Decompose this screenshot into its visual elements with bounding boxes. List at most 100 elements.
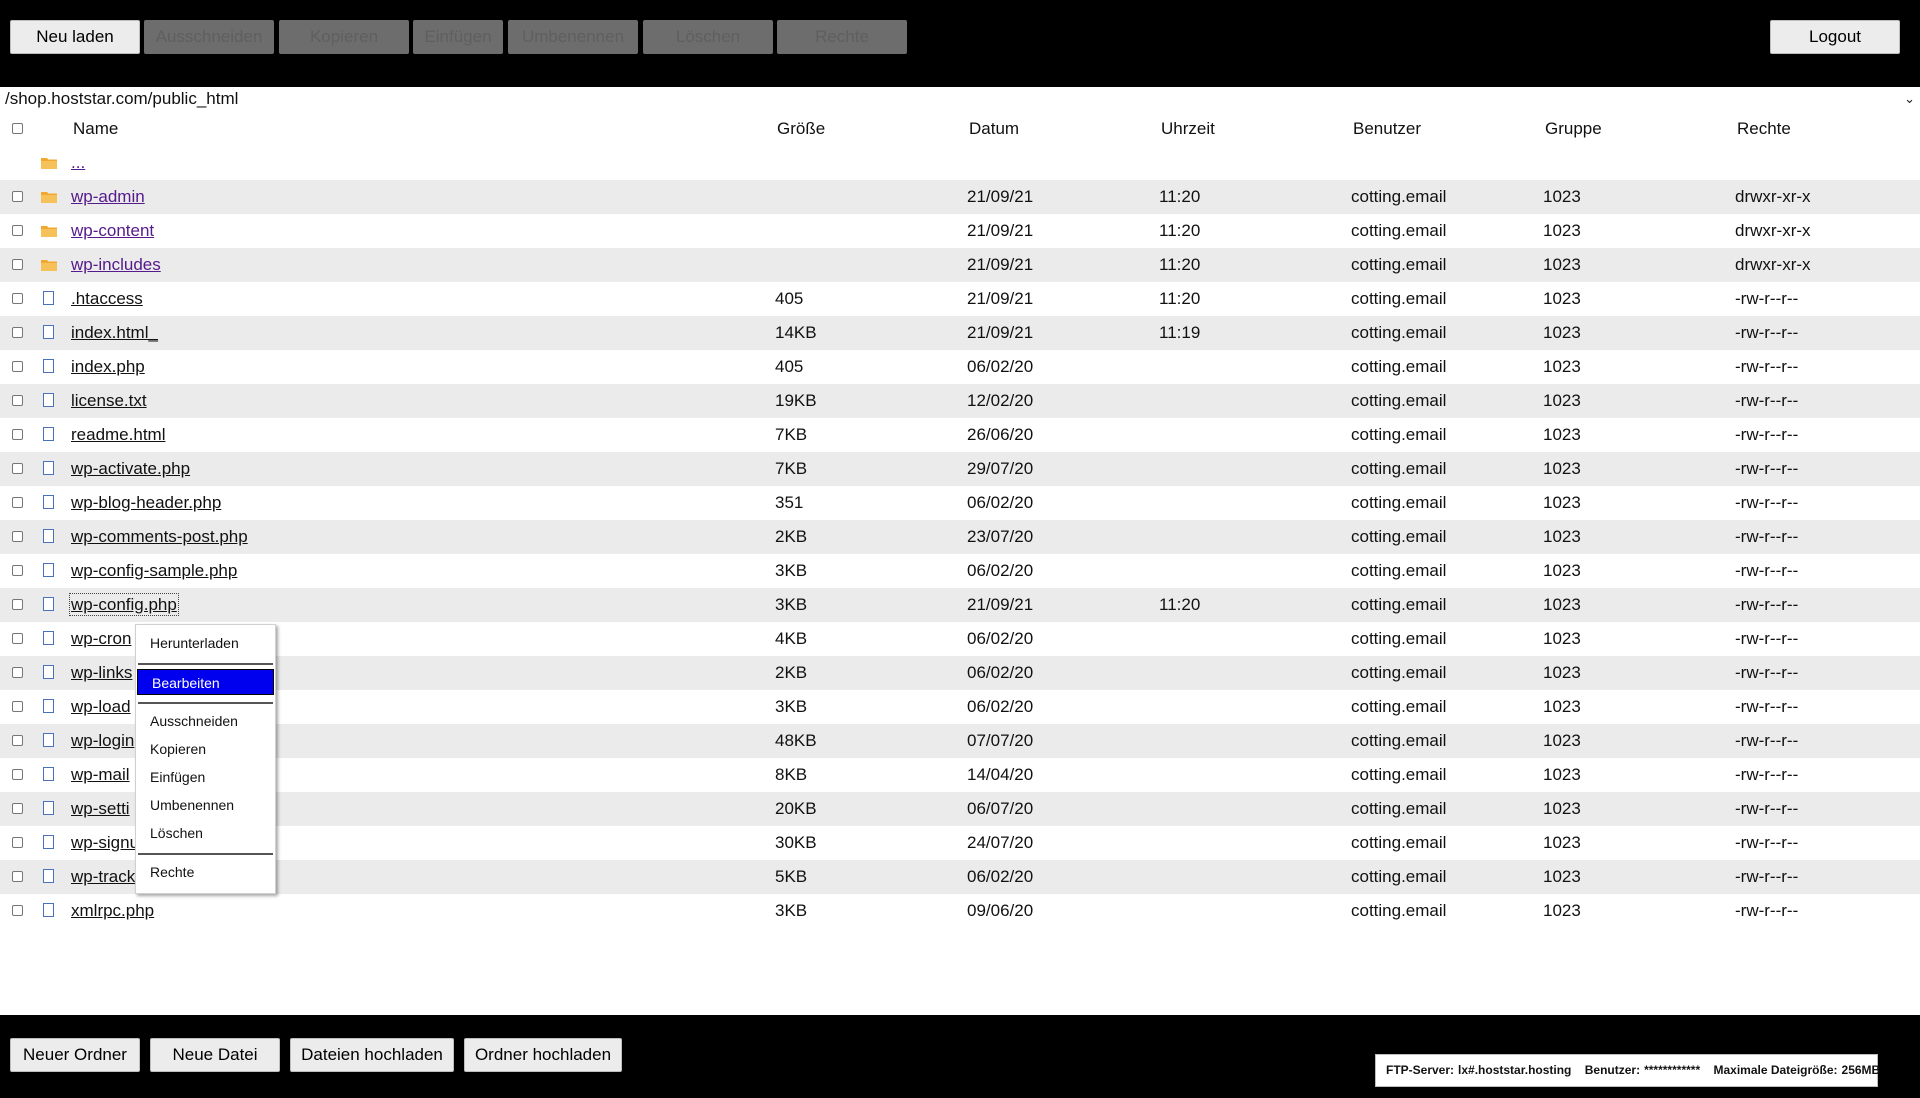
header-name[interactable]: Name (73, 114, 118, 144)
file-name-link[interactable]: wp-comments-post.php (71, 527, 248, 546)
table-row[interactable]: wp-admin 21/09/21 11:20 cotting.email 10… (0, 180, 1920, 214)
file-name-link[interactable]: wp-blog-header.php (71, 493, 221, 512)
row-checkbox[interactable] (12, 463, 23, 474)
header-size[interactable]: Größe (777, 114, 825, 144)
new-file-button[interactable]: Neue Datei (150, 1038, 280, 1072)
header-user[interactable]: Benutzer (1353, 114, 1421, 144)
file-name-link[interactable]: index.html_ (71, 323, 158, 342)
file-name-link[interactable]: wp-signu (71, 833, 139, 852)
table-row[interactable]: wp-setti 20KB 06/07/20 cotting.email 102… (0, 792, 1920, 826)
table-row[interactable]: wp-comments-post.php 2KB 23/07/20 cottin… (0, 520, 1920, 554)
row-checkbox[interactable] (12, 599, 23, 610)
header-time[interactable]: Uhrzeit (1161, 114, 1215, 144)
row-checkbox[interactable] (12, 259, 23, 270)
row-checkbox[interactable] (12, 395, 23, 406)
upload-folder-button[interactable]: Ordner hochladen (464, 1038, 622, 1072)
table-row[interactable]: wp-load 3KB 06/02/20 cotting.email 1023 … (0, 690, 1920, 724)
select-all-checkbox[interactable] (12, 123, 23, 134)
table-row[interactable]: wp-activate.php 7KB 29/07/20 cotting.ema… (0, 452, 1920, 486)
context-copy[interactable]: Kopieren (136, 736, 275, 762)
table-row[interactable]: readme.html 7KB 26/06/20 cotting.email 1… (0, 418, 1920, 452)
file-name-link[interactable]: wp-login (71, 731, 134, 750)
file-name-link[interactable]: wp-cron (71, 629, 131, 648)
delete-button[interactable]: Löschen (643, 20, 773, 54)
reload-button[interactable]: Neu laden (10, 20, 140, 54)
table-row[interactable]: wp-includes 21/09/21 11:20 cotting.email… (0, 248, 1920, 282)
table-row[interactable]: license.txt 19KB 12/02/20 cotting.email … (0, 384, 1920, 418)
table-row[interactable]: index.html_ 14KB 21/09/21 11:19 cotting.… (0, 316, 1920, 350)
row-checkbox[interactable] (12, 361, 23, 372)
header-group[interactable]: Gruppe (1545, 114, 1602, 144)
row-checkbox[interactable] (12, 497, 23, 508)
row-checkbox[interactable] (12, 871, 23, 882)
permissions-button[interactable]: Rechte (777, 20, 907, 54)
table-row[interactable]: wp-cron 4KB 06/02/20 cotting.email 1023 … (0, 622, 1920, 656)
file-name-link[interactable]: wp-includes (71, 255, 161, 274)
table-row[interactable]: wp-mail 8KB 14/04/20 cotting.email 1023 … (0, 758, 1920, 792)
file-name-link[interactable]: wp-config-sample.php (71, 561, 237, 580)
table-row[interactable]: wp-track 5KB 06/02/20 cotting.email 1023… (0, 860, 1920, 894)
file-size: 48KB (775, 731, 817, 750)
copy-button[interactable]: Kopieren (279, 20, 409, 54)
header-perms[interactable]: Rechte (1737, 114, 1791, 144)
file-name-link[interactable]: xmlrpc.php (71, 901, 154, 920)
table-row[interactable]: wp-signu 30KB 24/07/20 cotting.email 102… (0, 826, 1920, 860)
table-row[interactable]: index.php 405 06/02/20 cotting.email 102… (0, 350, 1920, 384)
paste-button[interactable]: Einfügen (413, 20, 503, 54)
file-name-link[interactable]: wp-admin (71, 187, 145, 206)
context-permissions[interactable]: Rechte (136, 859, 275, 885)
row-checkbox[interactable] (12, 293, 23, 304)
new-folder-button[interactable]: Neuer Ordner (10, 1038, 140, 1072)
file-name-link[interactable]: wp-activate.php (71, 459, 190, 478)
row-checkbox[interactable] (12, 701, 23, 712)
table-row[interactable]: wp-links 2KB 06/02/20 cotting.email 1023… (0, 656, 1920, 690)
table-row[interactable]: wp-login 48KB 07/07/20 cotting.email 102… (0, 724, 1920, 758)
chevron-down-icon[interactable]: ⌄ (1904, 87, 1915, 111)
context-delete[interactable]: Löschen (136, 820, 275, 846)
file-name-link[interactable]: wp-setti (71, 799, 130, 818)
file-name-link[interactable]: wp-links (71, 663, 132, 682)
upload-files-button[interactable]: Dateien hochladen (290, 1038, 454, 1072)
parent-directory-link[interactable]: ... (71, 153, 85, 172)
row-checkbox[interactable] (12, 803, 23, 814)
table-row[interactable]: wp-config-sample.php 3KB 06/02/20 cottin… (0, 554, 1920, 588)
row-checkbox[interactable] (12, 191, 23, 202)
logout-button[interactable]: Logout (1770, 20, 1900, 54)
file-name-link[interactable]: .htaccess (71, 289, 143, 308)
row-checkbox[interactable] (12, 225, 23, 236)
row-checkbox[interactable] (12, 837, 23, 848)
context-cut[interactable]: Ausschneiden (136, 708, 275, 734)
file-name-link[interactable]: wp-config.php (69, 593, 179, 616)
table-row[interactable]: .htaccess 405 21/09/21 11:20 cotting.ema… (0, 282, 1920, 316)
row-checkbox[interactable] (12, 735, 23, 746)
row-checkbox[interactable] (12, 633, 23, 644)
row-checkbox[interactable] (12, 667, 23, 678)
context-edit[interactable]: Bearbeiten (137, 669, 274, 695)
context-download[interactable]: Herunterladen (136, 630, 275, 656)
row-checkbox[interactable] (12, 565, 23, 576)
file-name-link[interactable]: index.php (71, 357, 145, 376)
path-select[interactable]: /shop.hoststar.com/public_html ⌄ (0, 87, 1920, 111)
file-name-link[interactable]: wp-mail (71, 765, 130, 784)
file-name-link[interactable]: readme.html (71, 425, 165, 444)
cut-button[interactable]: Ausschneiden (144, 20, 274, 54)
row-checkbox[interactable] (12, 429, 23, 440)
table-row[interactable]: wp-content 21/09/21 11:20 cotting.email … (0, 214, 1920, 248)
row-checkbox[interactable] (12, 531, 23, 542)
table-row[interactable]: wp-blog-header.php 351 06/02/20 cotting.… (0, 486, 1920, 520)
file-name-link[interactable]: wp-track (71, 867, 135, 886)
row-checkbox[interactable] (12, 327, 23, 338)
file-icon (43, 767, 54, 781)
file-name-link[interactable]: license.txt (71, 391, 147, 410)
context-paste[interactable]: Einfügen (136, 764, 275, 790)
row-checkbox[interactable] (12, 905, 23, 916)
rename-button[interactable]: Umbenennen (508, 20, 638, 54)
table-row[interactable]: wp-config.php 3KB 21/09/21 11:20 cotting… (0, 588, 1920, 622)
file-name-link[interactable]: wp-content (71, 221, 154, 240)
context-rename[interactable]: Umbenennen (136, 792, 275, 818)
file-name-link[interactable]: wp-load (71, 697, 131, 716)
row-checkbox[interactable] (12, 769, 23, 780)
table-row[interactable]: xmlrpc.php 3KB 09/06/20 cotting.email 10… (0, 894, 1920, 928)
parent-directory-row[interactable]: ... (0, 146, 1920, 180)
header-date[interactable]: Datum (969, 114, 1019, 144)
